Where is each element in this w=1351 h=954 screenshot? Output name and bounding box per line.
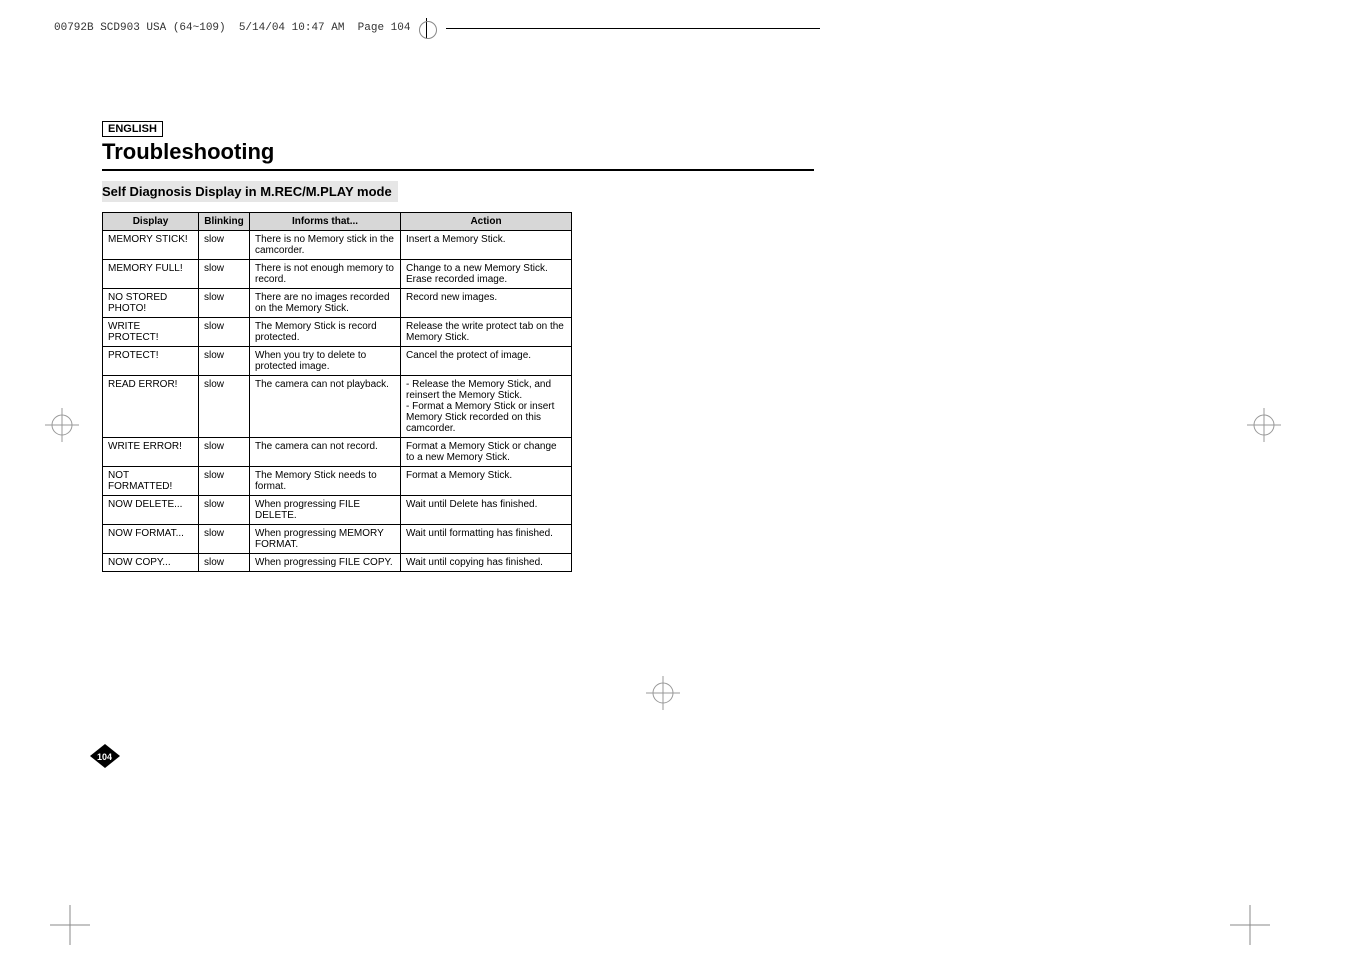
cell-informs: The camera can not playback. bbox=[250, 376, 401, 438]
registration-mark-icon bbox=[45, 408, 79, 442]
cell-action: Wait until Delete has finished. bbox=[401, 496, 572, 525]
page-number-badge: 104 bbox=[90, 744, 120, 768]
table-row: MEMORY FULL!slowThere is not enough memo… bbox=[103, 260, 572, 289]
cell-informs: The Memory Stick needs to format. bbox=[250, 467, 401, 496]
table-row: MEMORY STICK!slowThere is no Memory stic… bbox=[103, 231, 572, 260]
header-line bbox=[446, 28, 820, 29]
table-row: WRITE ERROR!slowThe camera can not recor… bbox=[103, 438, 572, 467]
cell-action: Insert a Memory Stick. bbox=[401, 231, 572, 260]
section-subtitle: Self Diagnosis Display in M.REC/M.PLAY m… bbox=[102, 181, 398, 202]
crop-mark-icon bbox=[1230, 905, 1270, 950]
language-label: ENGLISH bbox=[102, 121, 163, 137]
cell-display: MEMORY STICK! bbox=[103, 231, 199, 260]
cell-display: NOT FORMATTED! bbox=[103, 467, 199, 496]
cell-display: WRITE ERROR! bbox=[103, 438, 199, 467]
table-row: WRITE PROTECT!slowThe Memory Stick is re… bbox=[103, 318, 572, 347]
cell-action: Wait until formatting has finished. bbox=[401, 525, 572, 554]
cell-display: NOW FORMAT... bbox=[103, 525, 199, 554]
cell-action: - Release the Memory Stick, and reinsert… bbox=[401, 376, 572, 438]
cell-display: WRITE PROTECT! bbox=[103, 318, 199, 347]
table-row: NOW FORMAT...slowWhen progressing MEMORY… bbox=[103, 525, 572, 554]
cell-blinking: slow bbox=[199, 231, 250, 260]
table-row: NO STORED PHOTO!slowThere are no images … bbox=[103, 289, 572, 318]
cell-display: NO STORED PHOTO! bbox=[103, 289, 199, 318]
cell-action: Cancel the protect of image. bbox=[401, 347, 572, 376]
page-title: Troubleshooting bbox=[102, 139, 814, 167]
cell-informs: The camera can not record. bbox=[250, 438, 401, 467]
cell-informs: When progressing FILE DELETE. bbox=[250, 496, 401, 525]
cell-blinking: slow bbox=[199, 467, 250, 496]
header-display: Display bbox=[103, 213, 199, 231]
cell-action: Format a Memory Stick. bbox=[401, 467, 572, 496]
header-action: Action bbox=[401, 213, 572, 231]
header-informs: Informs that... bbox=[250, 213, 401, 231]
cell-informs: There is not enough memory to record. bbox=[250, 260, 401, 289]
page-number: 104 bbox=[97, 752, 112, 762]
cell-display: NOW DELETE... bbox=[103, 496, 199, 525]
cell-display: MEMORY FULL! bbox=[103, 260, 199, 289]
cell-action: Record new images. bbox=[401, 289, 572, 318]
print-header: 00792B SCD903 USA (64~109) 5/14/04 10:47… bbox=[50, 18, 820, 38]
table-row: NOW COPY...slowWhen progressing FILE COP… bbox=[103, 554, 572, 572]
cell-blinking: slow bbox=[199, 496, 250, 525]
cell-action: Wait until copying has finished. bbox=[401, 554, 572, 572]
registration-mark-icon bbox=[1247, 408, 1281, 442]
page-cursor-icon bbox=[416, 18, 444, 38]
cell-blinking: slow bbox=[199, 318, 250, 347]
table-header-row: Display Blinking Informs that... Action bbox=[103, 213, 572, 231]
cell-action: Format a Memory Stick or change to a new… bbox=[401, 438, 572, 467]
cell-blinking: slow bbox=[199, 376, 250, 438]
cell-informs: There are no images recorded on the Memo… bbox=[250, 289, 401, 318]
cell-informs: When progressing MEMORY FORMAT. bbox=[250, 525, 401, 554]
cell-informs: When progressing FILE COPY. bbox=[250, 554, 401, 572]
registration-mark-icon bbox=[646, 676, 680, 710]
diagnosis-table: Display Blinking Informs that... Action … bbox=[102, 212, 572, 572]
table-row: NOT FORMATTED!slowThe Memory Stick needs… bbox=[103, 467, 572, 496]
crop-mark-icon bbox=[50, 905, 90, 950]
cell-informs: There is no Memory stick in the camcorde… bbox=[250, 231, 401, 260]
table-row: PROTECT!slowWhen you try to delete to pr… bbox=[103, 347, 572, 376]
cell-blinking: slow bbox=[199, 525, 250, 554]
header-blinking: Blinking bbox=[199, 213, 250, 231]
cell-blinking: slow bbox=[199, 289, 250, 318]
cell-display: NOW COPY... bbox=[103, 554, 199, 572]
cell-informs: When you try to delete to protected imag… bbox=[250, 347, 401, 376]
cell-blinking: slow bbox=[199, 554, 250, 572]
cell-display: PROTECT! bbox=[103, 347, 199, 376]
page-content: ENGLISH Troubleshooting Self Diagnosis D… bbox=[102, 119, 814, 572]
cell-action: Change to a new Memory Stick. Erase reco… bbox=[401, 260, 572, 289]
cell-action: Release the write protect tab on the Mem… bbox=[401, 318, 572, 347]
cell-blinking: slow bbox=[199, 347, 250, 376]
cell-informs: The Memory Stick is record protected. bbox=[250, 318, 401, 347]
table-row: NOW DELETE...slowWhen progressing FILE D… bbox=[103, 496, 572, 525]
cell-display: READ ERROR! bbox=[103, 376, 199, 438]
table-row: READ ERROR!slowThe camera can not playba… bbox=[103, 376, 572, 438]
cell-blinking: slow bbox=[199, 260, 250, 289]
title-rule bbox=[102, 169, 814, 171]
cell-blinking: slow bbox=[199, 438, 250, 467]
header-file-info: 00792B SCD903 USA (64~109) 5/14/04 10:47… bbox=[50, 22, 414, 34]
